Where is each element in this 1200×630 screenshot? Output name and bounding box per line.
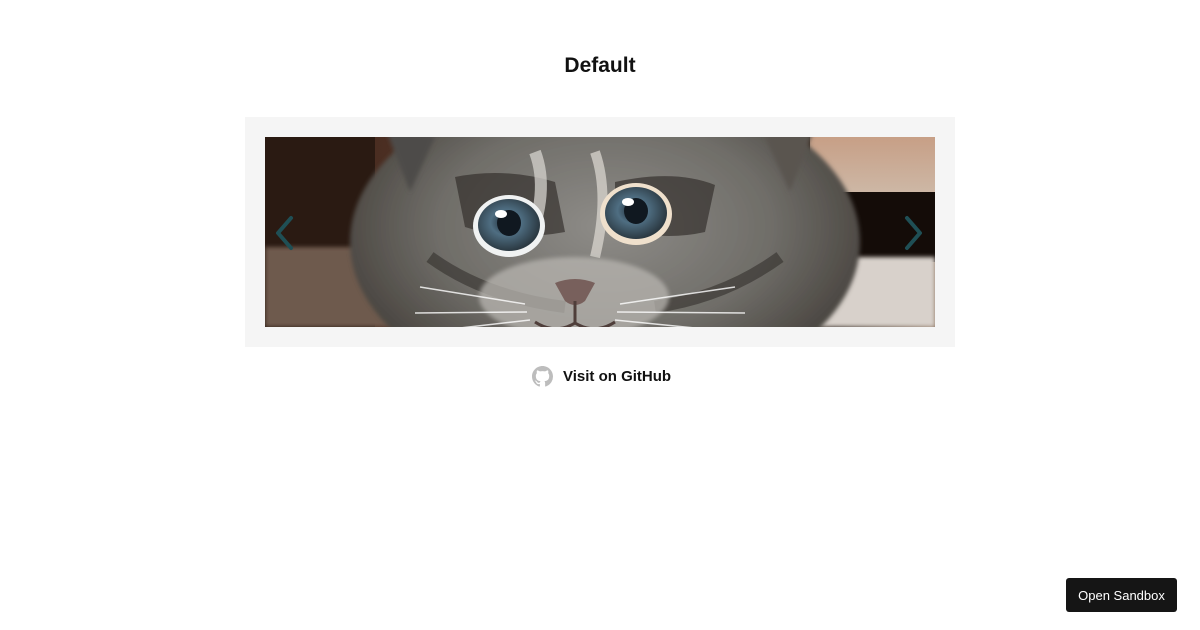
carousel [245,117,955,347]
carousel-next-button[interactable] [897,213,925,253]
visit-github-link[interactable]: Visit on GitHub [532,366,671,387]
open-sandbox-button[interactable]: Open Sandbox [1066,578,1177,612]
carousel-slide-image [265,137,935,327]
visit-github-label: Visit on GitHub [563,368,672,385]
page: Default Visit on GitHub Open Sandbox [0,0,1200,630]
github-icon [532,366,553,387]
page-title: Default [564,54,636,77]
carousel-prev-button[interactable] [273,213,301,253]
chevron-right-icon [905,216,922,250]
chevron-left-icon [276,216,293,250]
